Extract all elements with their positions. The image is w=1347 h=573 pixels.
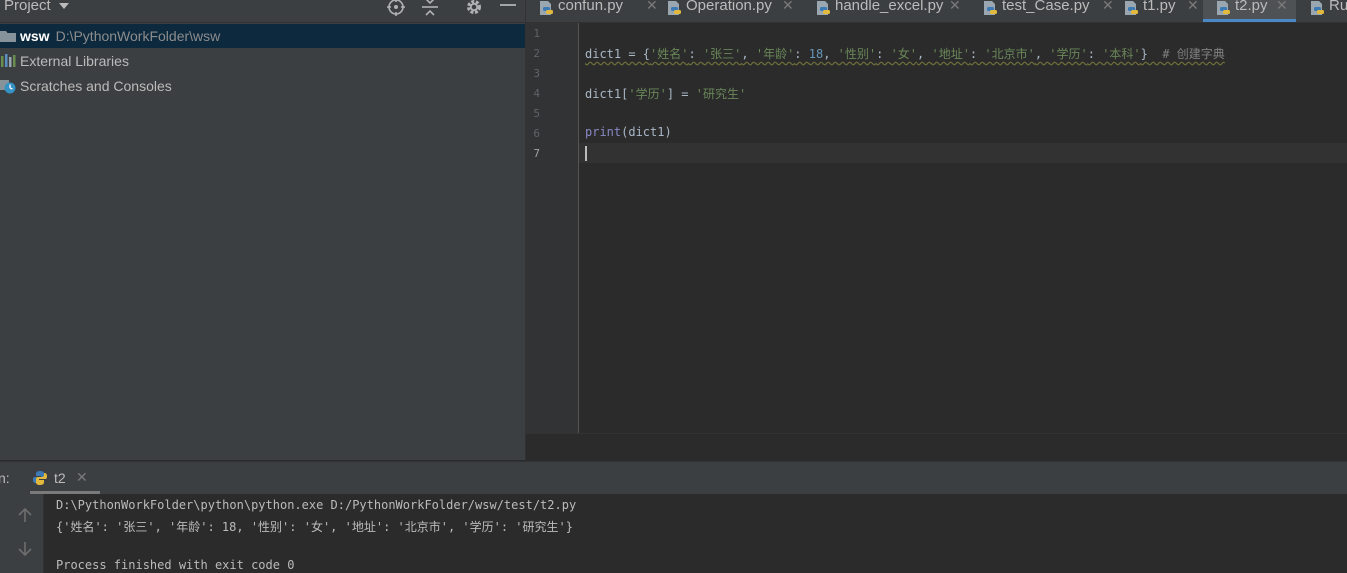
close-icon[interactable]: ✕ bbox=[949, 0, 961, 12]
tab-confun[interactable]: confun.py ✕ bbox=[538, 0, 663, 22]
arrow-up-icon[interactable] bbox=[16, 506, 34, 524]
python-icon bbox=[33, 471, 47, 485]
tree-item-external-libraries[interactable]: External Libraries bbox=[0, 49, 525, 73]
tree-item-label: Scratches and Consoles bbox=[20, 78, 172, 94]
python-file-icon bbox=[817, 1, 830, 15]
tab-t1[interactable]: t1.py ✕ bbox=[1123, 0, 1203, 22]
project-view-selector[interactable]: Project bbox=[4, 0, 69, 14]
line-number: 6 bbox=[533, 127, 540, 140]
collapse-all-icon[interactable] bbox=[420, 0, 440, 17]
tab-t2[interactable]: t2.py ✕ bbox=[1203, 0, 1296, 22]
run-panel-label: n: bbox=[0, 470, 10, 486]
minimize-icon[interactable] bbox=[498, 0, 518, 17]
arrow-down-icon[interactable] bbox=[16, 540, 34, 558]
code-line-2: dict1 = {'姓名': '张三', '年龄': 18, '性别': '女'… bbox=[585, 45, 1225, 62]
tab-label: t2.py bbox=[1235, 0, 1268, 14]
editor-bottom-area bbox=[526, 433, 1347, 461]
line-number: 2 bbox=[533, 47, 540, 60]
console-line: Process finished with exit code 0 bbox=[56, 558, 295, 572]
chevron-down-icon bbox=[58, 3, 69, 10]
line-number: 4 bbox=[533, 87, 540, 100]
current-line-highlight bbox=[579, 143, 1347, 163]
close-icon[interactable]: ✕ bbox=[1102, 0, 1114, 12]
line-number-gutter: 1 2 3 4 5 6 7 bbox=[526, 23, 579, 433]
close-icon[interactable]: ✕ bbox=[76, 470, 88, 486]
project-panel-header: Project bbox=[0, 0, 525, 23]
active-tab-indicator bbox=[1203, 19, 1296, 22]
tree-item-scratches[interactable]: Scratches and Consoles bbox=[0, 74, 525, 98]
code-editor[interactable]: dict1 = {'姓名': '张三', '年龄': 18, '性别': '女'… bbox=[579, 23, 1347, 433]
project-title: Project bbox=[4, 0, 51, 14]
folder-icon bbox=[0, 31, 16, 42]
tree-item-label: wsw bbox=[20, 28, 50, 44]
library-icon bbox=[1, 54, 16, 67]
run-toolbar bbox=[0, 494, 44, 573]
gear-icon[interactable] bbox=[464, 0, 484, 17]
python-file-icon bbox=[1217, 1, 1230, 15]
run-panel-header: n: t2 ✕ bbox=[0, 461, 1347, 495]
close-icon[interactable]: ✕ bbox=[1187, 0, 1199, 12]
tab-handle-excel[interactable]: handle_excel.py ✕ bbox=[815, 0, 975, 22]
run-tab-t2[interactable]: t2 ✕ bbox=[30, 462, 100, 494]
code-line-4: dict1['学历'] = '研究生' bbox=[585, 87, 747, 101]
code-line-2-statement: dict1 = {'姓名': '张三', '年龄': 18, '性别': '女'… bbox=[585, 47, 1225, 61]
text-caret bbox=[585, 146, 587, 161]
tab-test-case[interactable]: test_Case.py ✕ bbox=[982, 0, 1117, 22]
locate-target-icon[interactable] bbox=[386, 0, 406, 17]
python-file-icon bbox=[540, 1, 553, 15]
line-number: 5 bbox=[533, 107, 540, 120]
tree-item-path: D:\PythonWorkFolder\wsw bbox=[55, 28, 221, 44]
close-icon[interactable]: ✕ bbox=[1276, 0, 1288, 12]
python-file-icon bbox=[1125, 1, 1138, 15]
console-line: {'姓名': '张三', '年龄': 18, '性别': '女', '地址': … bbox=[56, 520, 573, 534]
tab-operation[interactable]: Operation.py ✕ bbox=[666, 0, 814, 22]
scratches-clock-icon bbox=[0, 80, 16, 94]
code-line-6: print(dict1) bbox=[585, 125, 672, 139]
tab-label: handle_excel.py bbox=[835, 0, 944, 14]
project-panel: Project wsw D:\PythonWorkFolder\wsw Exte… bbox=[0, 0, 526, 460]
tab-label: confun.py bbox=[558, 0, 624, 14]
line-number: 1 bbox=[533, 27, 540, 40]
tab-label: test_Case.py bbox=[1002, 0, 1090, 14]
tab-label: t1.py bbox=[1143, 0, 1176, 14]
python-file-icon bbox=[984, 1, 997, 15]
line-number: 3 bbox=[533, 67, 540, 80]
tab-label: Operation.py bbox=[686, 0, 772, 14]
run-console-output[interactable]: D:\PythonWorkFolder\python\python.exe D:… bbox=[44, 494, 1347, 573]
line-number: 7 bbox=[533, 147, 540, 160]
tab-ru[interactable]: Ru bbox=[1309, 0, 1347, 22]
tree-item-label: External Libraries bbox=[20, 53, 129, 69]
tree-item-wsw[interactable]: wsw D:\PythonWorkFolder\wsw bbox=[0, 24, 525, 48]
close-icon[interactable]: ✕ bbox=[782, 0, 794, 12]
console-line: D:\PythonWorkFolder\python\python.exe D:… bbox=[56, 498, 577, 512]
close-icon[interactable]: ✕ bbox=[646, 0, 658, 12]
editor-tab-bar: confun.py ✕ Operation.py ✕ handle_excel.… bbox=[526, 0, 1347, 23]
python-file-icon bbox=[1311, 1, 1324, 15]
run-tab-label: t2 bbox=[54, 470, 66, 486]
python-file-icon bbox=[668, 1, 681, 15]
tab-label: Ru bbox=[1329, 0, 1347, 14]
